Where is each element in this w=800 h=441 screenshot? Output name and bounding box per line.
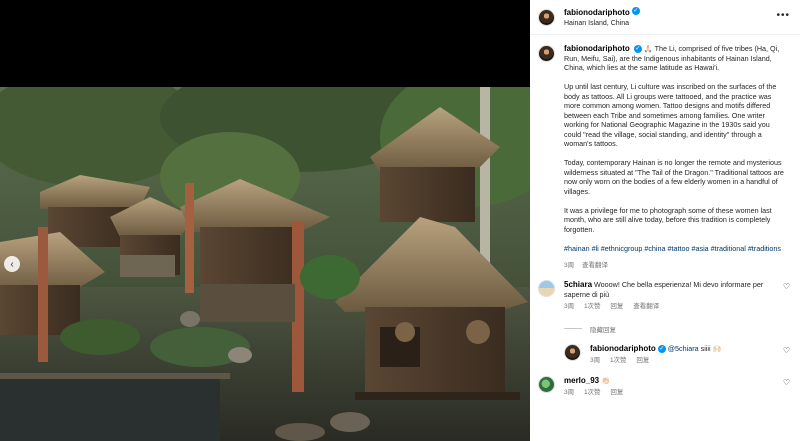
verified-badge-icon: ✓ — [631, 6, 640, 15]
reply-body: siiii 🙌🏻 — [700, 343, 722, 353]
author-username[interactable]: fabionodariphoto — [564, 8, 630, 17]
comments-section: fabionodariphoto ✓ 🙏🏻 The Li, comprised o… — [530, 36, 800, 441]
see-translation-link[interactable]: 查看翻译 — [582, 262, 608, 269]
caption-username[interactable]: fabionodariphoto — [564, 44, 630, 53]
reply-likes[interactable]: 1次赞 — [610, 357, 627, 364]
reply-button[interactable]: 回复 — [636, 357, 649, 364]
reply-button[interactable]: 回复 — [610, 303, 623, 310]
caption-hashtags[interactable]: #hainan #li #ethnicgroup #china #tattoo … — [564, 244, 786, 254]
commenter-username[interactable]: merlo_93 — [564, 376, 599, 385]
reply-time: 3周 — [590, 357, 601, 364]
comment-body: Wooow! Che bella esperienza! Mi devo inf… — [564, 280, 764, 299]
reply-button[interactable]: 回复 — [610, 389, 623, 396]
caption-paragraph-4: It was a privilege for me to photograph … — [564, 205, 772, 234]
comment-likes[interactable]: 1次赞 — [584, 303, 601, 310]
reply-text: fabionodariphoto ✓ @5chiara siiii 🙌🏻 3周 1… — [590, 344, 774, 366]
reply-item: fabionodariphoto ✓ @5chiara siiii 🙌🏻 3周 1… — [564, 343, 792, 366]
divider — [564, 328, 582, 329]
comment-text: 5chiara Wooow! Che bella esperienza! Mi … — [564, 280, 774, 312]
reply-author-avatar[interactable] — [564, 343, 581, 361]
post-location[interactable]: Hainan Island, China — [564, 18, 640, 29]
comment-item: 5chiara Wooow! Che bella esperienza! Mi … — [538, 280, 792, 312]
commenter-username[interactable]: 5chiara — [564, 280, 592, 289]
author-avatar[interactable] — [538, 8, 555, 26]
hide-replies-button[interactable]: 隐藏回复 — [564, 324, 792, 334]
verified-badge-icon: ✓ — [633, 45, 642, 54]
reply-meta: 3周 1次赞 回复 — [590, 356, 774, 366]
caption: fabionodariphoto ✓ 🙏🏻 The Li, comprised o… — [538, 44, 792, 270]
comment-time: 3周 — [564, 303, 575, 310]
comment-item: merlo_93 👏🏻 3周 1次赞 回复 ♡ — [538, 375, 792, 398]
caption-text: fabionodariphoto ✓ 🙏🏻 The Li, comprised o… — [564, 44, 786, 270]
caption-paragraph-2: Up until last century, Li culture was in… — [564, 82, 777, 148]
chevron-left-icon: ‹ — [10, 258, 14, 270]
comment-text: merlo_93 👏🏻 3周 1次赞 回复 — [564, 376, 774, 398]
reply-username[interactable]: fabionodariphoto — [590, 344, 656, 353]
post-details-panel: fabionodariphoto ✓ Hainan Island, China •… — [530, 0, 800, 441]
post-header: fabionodariphoto ✓ Hainan Island, China •… — [530, 0, 800, 35]
post-media: ‹ — [0, 0, 530, 441]
comment-meta: 3周 1次赞 回复 — [564, 388, 774, 398]
heart-outline-icon[interactable]: ♡ — [783, 346, 790, 355]
commenter-avatar[interactable] — [538, 375, 555, 393]
caption-meta: 3周 查看翻译 — [564, 261, 786, 271]
verified-badge-icon: ✓ — [657, 344, 666, 353]
comment-meta: 3周 1次赞 回复 查看翻译 — [564, 302, 774, 312]
author-info: fabionodariphoto ✓ Hainan Island, China — [564, 5, 640, 29]
hide-replies-label: 隐藏回复 — [590, 326, 616, 334]
comment-body: 👏🏻 — [601, 375, 611, 385]
comment-time: 3周 — [564, 389, 575, 396]
caption-time: 3周 — [564, 261, 575, 269]
carousel-prev-button[interactable]: ‹ — [4, 256, 20, 272]
commenter-avatar[interactable] — [538, 280, 555, 297]
post-photo[interactable] — [0, 87, 530, 441]
heart-outline-icon[interactable]: ♡ — [783, 282, 790, 291]
see-translation-link[interactable]: 查看翻译 — [633, 303, 659, 310]
caption-paragraph-3: Today, contemporary Hainan is no longer … — [564, 158, 784, 196]
more-options-icon[interactable]: ••• — [776, 10, 790, 21]
reply-mention[interactable]: @5chiara — [668, 344, 699, 353]
comment-likes[interactable]: 1次赞 — [584, 389, 601, 396]
village-photo-illustration — [0, 87, 530, 441]
heart-outline-icon[interactable]: ♡ — [783, 378, 790, 387]
caption-author-avatar[interactable] — [538, 45, 555, 62]
